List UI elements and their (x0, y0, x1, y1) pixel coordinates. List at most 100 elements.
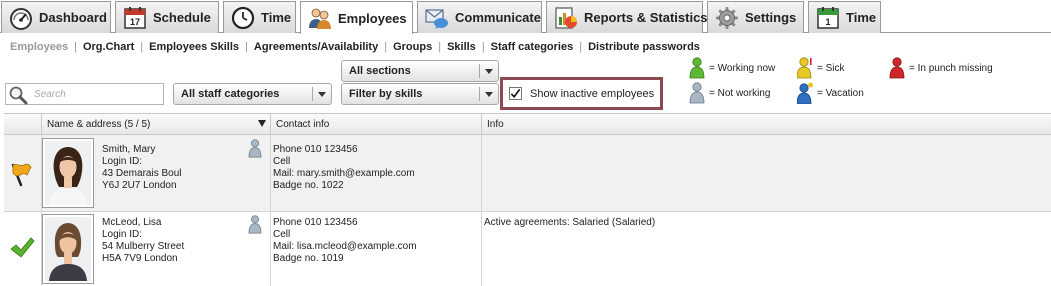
chevron-down-icon (480, 61, 498, 81)
info-cell: Active agreements: Salaried (Salaried) (481, 212, 1051, 286)
contact-phone: Phone 010 123456 (273, 217, 358, 228)
employee-login-id: Login ID: (102, 229, 143, 240)
portrait-image (45, 141, 91, 205)
legend-vacation: = Vacation (797, 82, 864, 104)
subnav-separator: | (579, 41, 583, 53)
sections-dropdown[interactable]: All sections (341, 60, 499, 82)
employee-name[interactable]: McLeod, Lisa (102, 217, 161, 229)
person-red-icon (889, 57, 905, 79)
tab-label: Time (846, 10, 877, 25)
column-header-info[interactable]: Info (481, 114, 1051, 135)
tab-communicate[interactable]: Communicate (417, 1, 542, 33)
subnav-separator: | (438, 41, 442, 53)
tab-label: Communicate (455, 10, 541, 25)
tab-reports-statistics[interactable]: Reports & Statistics (546, 1, 708, 33)
tab-schedule[interactable]: 17 Schedule (115, 1, 219, 33)
name-address-cell: McLeod, Lisa Login ID: 54 Mulberry Stree… (41, 212, 270, 286)
main-tab-bar: Dashboard 17 Schedule Time Employees Com… (0, 0, 1051, 34)
chevron-down-icon (313, 84, 331, 104)
employee-street: 43 Demarais Boul (102, 168, 182, 179)
skills-filter-dropdown[interactable]: Filter by skills (341, 83, 499, 105)
subnav-separator: | (384, 41, 388, 53)
column-header-label: Contact info (276, 119, 330, 130)
speedometer-icon (10, 7, 32, 30)
contact-phone: Phone 010 123456 (273, 144, 358, 155)
subnav-item-agreements-availability[interactable]: Agreements/Availability (254, 41, 378, 53)
legend-in-punch-missing: = In punch missing (889, 57, 993, 79)
subnav-item-distribute-passwords[interactable]: Distribute passwords (588, 41, 700, 53)
subnav-item-org-chart[interactable]: Org.Chart (83, 41, 134, 53)
employees-icon (309, 8, 331, 29)
column-header-contact-info[interactable]: Contact info (270, 114, 481, 135)
employees-subnav: Employees | Org.Chart | Employees Skills… (10, 40, 700, 54)
tab-time-attendance[interactable]: 1 Time (808, 1, 881, 33)
clock-icon (231, 6, 255, 29)
subnav-item-groups[interactable]: Groups (393, 41, 432, 53)
legend-label: = Not working (709, 87, 771, 99)
employee-street: 54 Mulberry Street (102, 241, 185, 252)
subnav-item-skills[interactable]: Skills (447, 41, 476, 53)
tab-label: Settings (745, 10, 797, 25)
legend-label: = In punch missing (909, 62, 993, 74)
legend-working-now: = Working now (689, 57, 775, 79)
contact-mail[interactable]: Mail: mary.smith@example.com (273, 168, 415, 180)
tab-label: Schedule (153, 10, 211, 25)
subnav-item-employees[interactable]: Employees (10, 41, 68, 53)
person-gray-icon (248, 215, 262, 234)
person-gray-icon (689, 82, 705, 104)
search-box (5, 83, 164, 105)
person-gray-icon (248, 139, 262, 158)
chevron-down-icon (480, 84, 498, 104)
dropdown-value: All sections (349, 65, 411, 77)
checkmark-icon (10, 237, 35, 258)
employees-table: Name & address (5 / 5) Contact info Info (4, 113, 1051, 286)
dropdown-value: Filter by skills (349, 88, 423, 100)
employee-name[interactable]: Smith, Mary (102, 144, 155, 156)
tab-label: Reports & Statistics (584, 10, 708, 25)
tab-time[interactable]: Time (223, 1, 296, 33)
portrait-image (45, 217, 91, 281)
column-header-label: Info (487, 119, 504, 130)
subnav-separator: | (245, 41, 248, 53)
gear-icon (716, 6, 738, 29)
sort-down-icon (258, 120, 266, 127)
search-input[interactable] (34, 87, 159, 102)
contact-cell: Cell (273, 229, 291, 240)
tab-settings[interactable]: Settings (707, 1, 804, 33)
employee-photo (42, 138, 94, 208)
legend-sick: = Sick (797, 57, 845, 79)
subnav-item-employees-skills[interactable]: Employees Skills (149, 41, 239, 53)
employee-city: Y6J 2U7 London (102, 180, 177, 191)
contact-cell: Cell (273, 156, 291, 167)
tab-label: Time (261, 10, 292, 25)
column-header-name-address[interactable]: Name & address (5 / 5) (41, 114, 270, 135)
tab-label: Employees (338, 10, 407, 26)
name-address-cell: Smith, Mary Login ID: 43 Demarais Boul Y… (41, 135, 270, 211)
show-inactive-checkbox[interactable] (509, 87, 522, 100)
staff-categories-dropdown[interactable]: All staff categories (173, 83, 332, 105)
subnav-separator: | (481, 41, 485, 53)
person-vacation-icon (797, 82, 813, 104)
table-row[interactable]: Smith, Mary Login ID: 43 Demarais Boul Y… (4, 135, 1051, 212)
show-inactive-employees-highlight: Show inactive employees (500, 77, 663, 110)
table-row[interactable]: McLeod, Lisa Login ID: 54 Mulberry Stree… (4, 212, 1051, 286)
employee-login-id: Login ID: (102, 156, 143, 167)
contact-mail[interactable]: Mail: lisa.mcleod@example.com (273, 241, 417, 253)
search-icon (9, 86, 28, 105)
legend-label: = Working now (709, 62, 776, 74)
person-sick-icon (797, 57, 812, 79)
table-header: Name & address (5 / 5) Contact info Info (4, 114, 1051, 135)
contact-badge: Badge no. 1019 (273, 253, 344, 264)
contact-badge: Badge no. 1022 (273, 180, 344, 191)
subnav-item-staff-categories[interactable]: Staff categories (491, 41, 574, 53)
employee-photo (42, 214, 94, 284)
tab-dashboard[interactable]: Dashboard (1, 1, 111, 33)
legend-label: = Sick (817, 62, 845, 74)
flag-icon (11, 163, 32, 187)
checkmark-icon (510, 88, 521, 98)
tab-employees[interactable]: Employees (300, 1, 413, 34)
svg-text:1: 1 (825, 17, 830, 27)
show-inactive-label[interactable]: Show inactive employees (530, 88, 654, 100)
contact-info-cell: Phone 010 123456 Cell Mail: mary.smith@e… (270, 135, 481, 211)
person-green-icon (689, 57, 705, 79)
